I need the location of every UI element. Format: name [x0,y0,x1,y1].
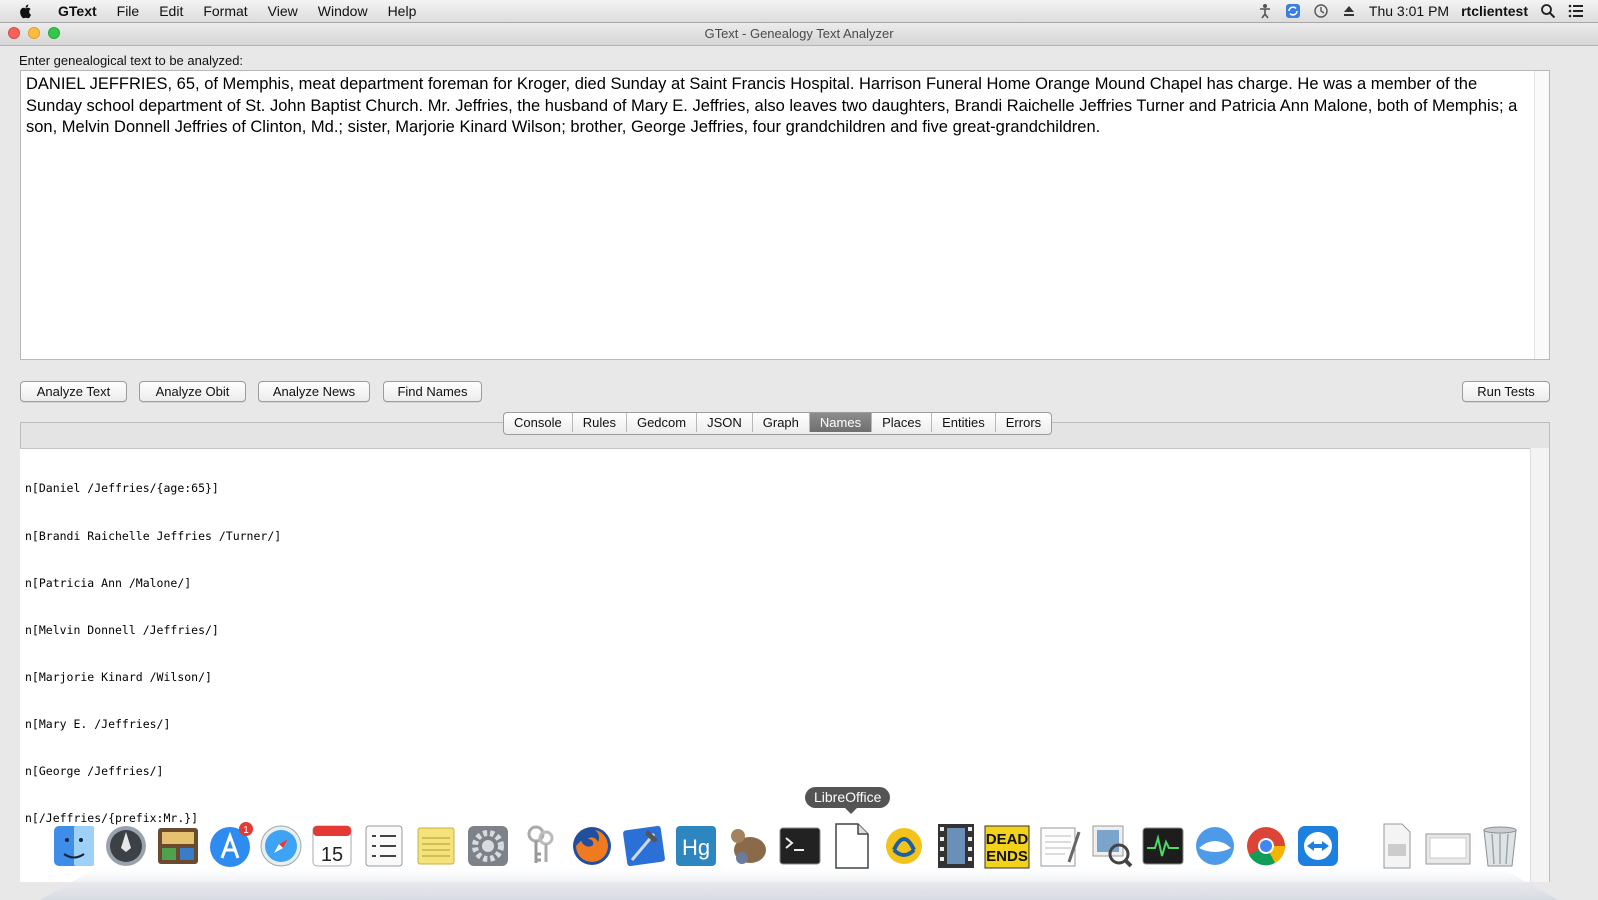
tab-entities[interactable]: Entities [931,413,995,432]
run-tests-button[interactable]: Run Tests [1462,381,1550,402]
openoffice-icon[interactable] [880,820,928,870]
time-machine-icon[interactable] [1313,3,1329,19]
find-names-button[interactable]: Find Names [383,381,482,402]
menu-window[interactable]: Window [308,0,378,22]
notification-list-icon[interactable] [1568,3,1584,19]
spotlight-search-icon[interactable] [1540,3,1556,19]
menu-bar: GText File Edit Format View Window Help … [0,0,1598,23]
menu-file[interactable]: File [107,0,150,22]
output-line: n[Brandi Raichelle Jeffries /Turner/] [25,528,282,543]
photo-browser-icon[interactable] [154,820,202,870]
output-line: n[Marjorie Kinard /Wilson/] [25,669,212,684]
calendar-day: 15 [321,844,343,866]
output-tab-bar: Console Rules Gedcom JSON Graph Names Pl… [503,412,1053,435]
window-title: GText - Genealogy Text Analyzer [704,26,894,41]
tab-errors[interactable]: Errors [994,413,1051,432]
activity-monitor-icon[interactable] [1139,820,1187,870]
system-preferences-icon[interactable] [464,820,512,870]
apple-logo-icon[interactable] [18,3,34,19]
analyze-news-button[interactable]: Analyze News [258,381,370,402]
window-title-bar: GText - Genealogy Text Analyzer [0,23,1598,46]
tab-console[interactable]: Console [504,413,572,432]
user-name[interactable]: rtclientest [1461,3,1528,19]
tab-rules[interactable]: Rules [571,413,626,432]
app-store-icon[interactable]: 1 [206,820,254,870]
names-output-area[interactable]: n[Daniel /Jeffries/{age:65}] n[Brandi Ra… [20,448,1530,882]
app-store-badge: 1 [243,825,249,836]
chrome-icon[interactable] [1242,820,1290,870]
reminders-icon[interactable] [360,820,408,870]
dead-ends-label-2: ENDS [986,848,1028,865]
menu-view[interactable]: View [258,0,308,22]
menu-help[interactable]: Help [378,0,427,22]
tab-names[interactable]: Names [808,413,872,432]
calendar-icon[interactable]: 15 [308,820,356,870]
sync-icon[interactable] [1285,3,1301,19]
libreoffice-icon[interactable] [828,820,876,870]
output-line: n[Patricia Ann /Malone/] [25,575,192,590]
mail-client-icon[interactable] [1191,820,1239,870]
tab-graph[interactable]: Graph [751,413,809,432]
firefox-icon[interactable] [568,820,616,870]
mouse-app-icon[interactable] [724,820,772,870]
menu-app-name[interactable]: GText [48,0,107,22]
dock-tooltip: LibreOffice [805,787,891,814]
input-text-content[interactable]: DANIEL JEFFRIES, 65, of Memphis, meat de… [26,74,1531,139]
documents-folder-icon[interactable] [1372,820,1420,870]
eject-icon[interactable] [1341,3,1357,19]
analyze-text-button[interactable]: Analyze Text [20,381,127,402]
keychain-access-icon[interactable] [516,820,564,870]
mercurial-label: Hg [682,835,710,860]
genealogy-text-input[interactable]: DANIEL JEFFRIES, 65, of Memphis, meat de… [20,70,1550,360]
safari-icon[interactable] [257,820,305,870]
output-line: n[Daniel /Jeffries/{age:65}] [25,481,219,496]
tab-places[interactable]: Places [871,413,931,432]
menu-edit[interactable]: Edit [149,0,193,22]
names-output-list: n[Daniel /Jeffries/{age:65}] n[Brandi Ra… [25,450,281,858]
teamviewer-icon[interactable] [1294,820,1342,870]
terminal-icon[interactable] [776,820,824,870]
output-line: n[Mary E. /Jeffries/] [25,716,171,731]
dock-shelf [40,868,1558,900]
tab-gedcom[interactable]: Gedcom [625,413,696,432]
tab-json[interactable]: JSON [696,413,752,432]
dead-ends-label-1: DEAD [986,831,1029,848]
finder-icon[interactable] [50,820,98,870]
textedit-icon[interactable] [1035,820,1083,870]
preview-icon[interactable] [1087,820,1135,870]
output-line: n[George /Jeffries/] [25,764,164,779]
input-scrollbar[interactable] [1534,71,1549,359]
menu-format[interactable]: Format [193,0,257,22]
dead-ends-icon[interactable]: DEADENDS [983,820,1031,870]
mercurial-icon[interactable]: Hg [672,820,720,870]
trash-icon[interactable] [1476,820,1524,870]
launchpad-icon[interactable] [102,820,150,870]
clock[interactable]: Thu 3:01 PM [1369,3,1449,19]
output-scrollbar[interactable] [1530,448,1549,882]
input-label: Enter genealogical text to be analyzed: [19,53,244,68]
accessibility-icon[interactable] [1257,3,1273,19]
xcode-icon[interactable] [620,820,668,870]
analyze-obit-button[interactable]: Analyze Obit [139,381,246,402]
downloads-folder-icon[interactable] [1424,820,1472,870]
video-editor-icon[interactable] [932,820,980,870]
output-line: n[Melvin Donnell /Jeffries/] [25,622,219,637]
stickies-icon[interactable] [412,820,460,870]
